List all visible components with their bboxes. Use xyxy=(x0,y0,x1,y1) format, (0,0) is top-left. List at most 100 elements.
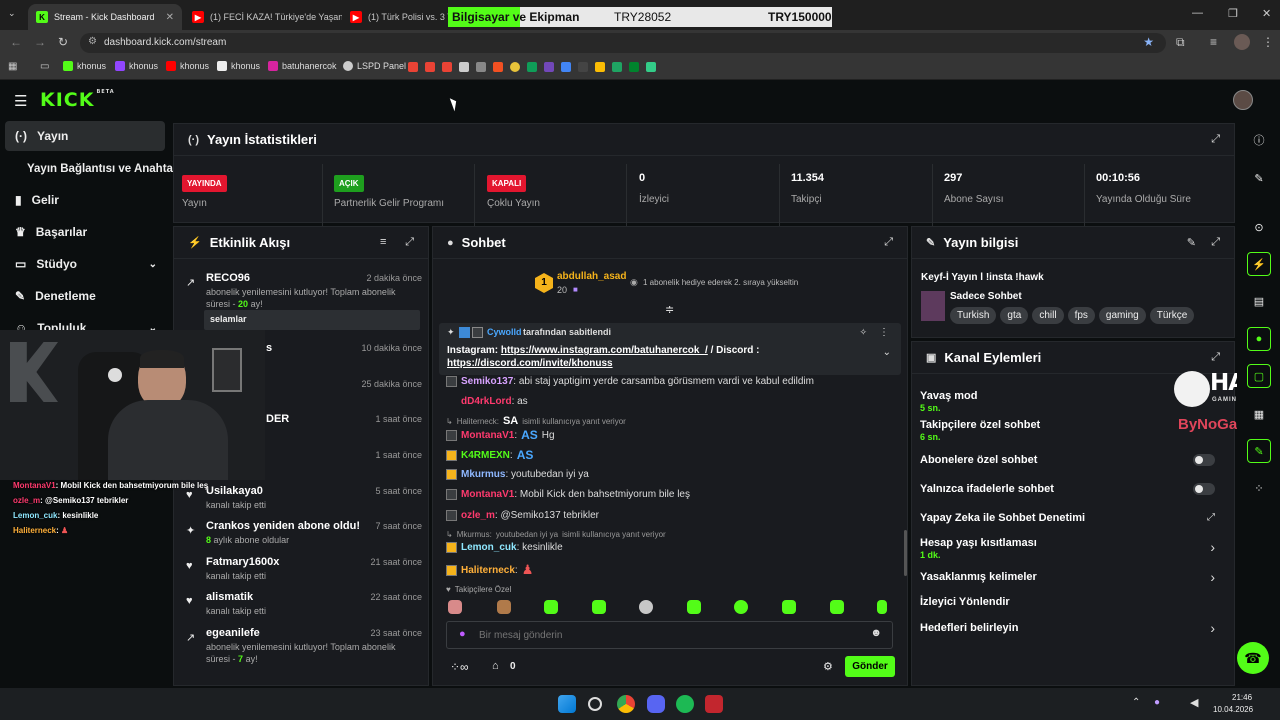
expand-icon[interactable]: ⤢ xyxy=(884,236,893,249)
profile-avatar-icon[interactable] xyxy=(1234,34,1250,50)
clock-date[interactable]: 10.04.2026 xyxy=(1213,705,1253,714)
tag[interactable]: gaming xyxy=(1098,307,1146,324)
forward-icon[interactable]: → xyxy=(34,35,46,49)
action-goals[interactable]: Hedefleri belirleyin › xyxy=(920,620,1225,636)
close-icon[interactable]: ✕ xyxy=(166,12,174,23)
discord-link[interactable]: https://discord.com/invite/khonuss xyxy=(447,358,613,369)
apps-grid-icon[interactable]: ▦ xyxy=(8,61,17,72)
expand-icon[interactable]: ⤢ xyxy=(1211,236,1220,249)
search-icon[interactable] xyxy=(588,697,602,711)
toggle-switch[interactable] xyxy=(1193,454,1215,466)
tool-icon[interactable] xyxy=(476,62,486,72)
chat-user[interactable]: K4RMEXN xyxy=(461,450,510,461)
emoji-icon[interactable]: ☻ xyxy=(870,627,882,639)
bookmark-khonus-youtube[interactable]: khonus xyxy=(166,61,209,71)
tab-list-button[interactable]: ⌄ xyxy=(8,8,24,22)
support-button[interactable]: ☎ xyxy=(1237,642,1269,674)
expand-icon[interactable]: ⤢ xyxy=(1211,133,1220,146)
gmail-icon[interactable] xyxy=(425,62,435,72)
media-icon[interactable]: ≡ xyxy=(1210,35,1217,49)
chat-user[interactable]: Mkurmus xyxy=(461,469,505,480)
camera-icon[interactable]: ⊙ xyxy=(1247,215,1271,239)
lightning-icon[interactable]: ⚡ xyxy=(1247,252,1271,276)
send-button[interactable]: Gönder xyxy=(845,656,895,677)
tab-youtube-2[interactable]: ▶ (1) Türk Polisi vs. 3 Terö xyxy=(342,4,448,30)
forms-icon[interactable] xyxy=(544,62,554,72)
filter-icon[interactable]: ≡ xyxy=(380,236,386,248)
tag[interactable]: Türkçe xyxy=(1149,307,1195,324)
chevron-down-icon[interactable]: ⌄ xyxy=(883,347,891,358)
wrench-icon[interactable]: ✎ xyxy=(1247,439,1271,463)
spotify-icon[interactable] xyxy=(676,695,694,713)
emote-icon[interactable] xyxy=(544,600,558,614)
channel-points-icon[interactable]: ⁘∞ xyxy=(450,660,469,674)
sidebar-item-revenue[interactable]: ▮ Gelir xyxy=(5,185,165,215)
action-account-age[interactable]: Hesap yaşı kısıtlaması 1 dk. › xyxy=(920,537,1225,560)
expand-icon[interactable]: ⤢ xyxy=(1211,351,1220,364)
chat-user[interactable]: Haliterneck xyxy=(461,565,515,576)
sheets-icon[interactable] xyxy=(527,62,537,72)
drive-icon[interactable] xyxy=(612,62,622,72)
microphone-icon[interactable]: ● xyxy=(459,628,466,640)
emote-icon[interactable] xyxy=(497,600,511,614)
bookmark-instagram[interactable]: batuhanercok xyxy=(268,61,337,71)
clock-time[interactable]: 21:46 xyxy=(1232,693,1252,702)
emote-icon[interactable] xyxy=(782,600,796,614)
emote-icon[interactable] xyxy=(830,600,844,614)
user-avatar[interactable] xyxy=(1233,90,1253,110)
smile-icon[interactable] xyxy=(510,62,520,72)
site-info-icon[interactable]: ⚙ xyxy=(88,36,97,47)
chat-user[interactable]: Lemon_cuk xyxy=(461,542,517,553)
volume-icon[interactable]: ◀ xyxy=(1190,696,1198,709)
tag[interactable]: gta xyxy=(1000,307,1029,324)
gmail-icon[interactable] xyxy=(408,62,418,72)
emote-icon[interactable] xyxy=(734,600,748,614)
chat-user[interactable]: ozle_m xyxy=(461,510,495,521)
bookmark-star-icon[interactable]: ★ xyxy=(1143,35,1154,49)
kick-logo[interactable]: KICK BETA xyxy=(40,89,115,111)
points-icon[interactable]: ⁘ xyxy=(1247,476,1271,500)
app-icon[interactable] xyxy=(705,695,723,713)
minimize-icon[interactable]: — xyxy=(1192,7,1203,19)
sidebar-item-moderation[interactable]: ✎ Denetleme xyxy=(5,281,165,311)
chat-user[interactable]: dD4rkLord xyxy=(461,396,512,407)
tag[interactable]: Turkish xyxy=(950,307,997,324)
meet-icon[interactable] xyxy=(629,62,639,72)
emote-icon[interactable] xyxy=(687,600,701,614)
bookmark-khonus-kick[interactable]: khonus xyxy=(63,61,106,71)
tab-kick-dashboard[interactable]: K Stream - Kick Dashboard ✕ xyxy=(28,4,182,30)
emote-icon[interactable] xyxy=(592,600,606,614)
edit-icon[interactable]: ✎ xyxy=(1187,236,1196,249)
back-icon[interactable]: ← xyxy=(10,35,22,49)
chat-scrollbar[interactable] xyxy=(904,530,907,576)
tag[interactable]: chill xyxy=(1032,307,1064,324)
arrow-icon[interactable] xyxy=(578,62,588,72)
tab-youtube-1[interactable]: ▶ (1) FECİ KAZA! Türkiye'de Yaşan ✕ xyxy=(184,4,342,30)
sidebar-item-achievements[interactable]: ♛ Başarılar xyxy=(5,217,165,247)
collapse-icon[interactable]: ≑ xyxy=(665,303,674,316)
unpin-icon[interactable]: ✧ xyxy=(859,327,867,338)
gmail-icon[interactable] xyxy=(442,62,452,72)
bookmark-lspd[interactable]: LSPD Panel xyxy=(343,61,406,71)
keep-icon[interactable] xyxy=(595,62,605,72)
sidebar-item-studio[interactable]: ▭ Stüdyo ⌄ xyxy=(5,249,165,279)
ext-icon[interactable] xyxy=(646,62,656,72)
menu-dots-icon[interactable]: ⋮ xyxy=(1262,35,1274,49)
url-input[interactable]: ⚙ dashboard.kick.com/stream ★ xyxy=(80,33,1166,53)
reload-icon[interactable]: ↻ xyxy=(58,35,68,49)
emote-icon[interactable] xyxy=(639,600,653,614)
chat-user[interactable]: Semiko137 xyxy=(461,376,513,387)
pencil-icon[interactable]: ✎ xyxy=(1247,166,1271,190)
instagram-link[interactable]: https://www.instagram.com/batuhanercok_/ xyxy=(501,345,708,356)
sidebar-item-stream[interactable]: (·) Yayın xyxy=(5,121,165,151)
toggle-switch[interactable] xyxy=(1193,483,1215,495)
windows-start-icon[interactable] xyxy=(558,695,576,713)
folder-icon[interactable]: ▭ xyxy=(40,61,49,72)
emote-icon[interactable] xyxy=(448,600,462,614)
info-icon[interactable]: ⓘ xyxy=(1247,128,1271,152)
window-close-icon[interactable]: ✕ xyxy=(1262,7,1271,20)
chat-message-field[interactable] xyxy=(479,627,859,643)
store-icon[interactable]: ⌂ xyxy=(492,660,499,672)
more-options-icon[interactable]: ⋮ xyxy=(879,327,889,338)
action-ai-moderation[interactable]: Yapay Zeka ile Sohbet Denetimi ⤢ xyxy=(920,512,1225,524)
